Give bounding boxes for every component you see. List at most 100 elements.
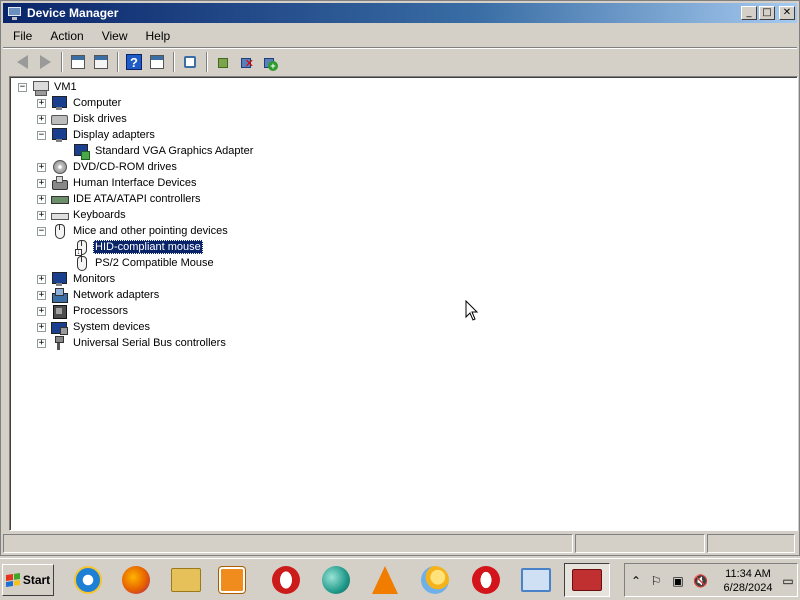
tree-item-display-adapters[interactable]: − Display adapters (37, 127, 157, 143)
close-button[interactable]: ✕ (779, 6, 795, 20)
tree-item-label: DVD/CD-ROM drives (73, 161, 177, 173)
tree-item-monitors[interactable]: + Monitors (37, 271, 117, 287)
keyboard-icon (51, 207, 69, 223)
menu-file[interactable]: File (3, 27, 40, 45)
window-title: Device Manager (27, 6, 119, 20)
tree-root[interactable]: − VM1 (18, 79, 79, 96)
weather-icon (421, 566, 449, 594)
usb-icon (51, 335, 67, 351)
collapse-toggle[interactable]: − (18, 82, 27, 92)
menu-help[interactable]: Help (136, 27, 179, 45)
taskbar-control-panel[interactable] (516, 563, 556, 597)
clock[interactable]: 11:34 AM 6/28/2024 (717, 567, 779, 595)
tree-item-network-adapters[interactable]: + Network adapters (37, 287, 161, 303)
taskbar-vlc[interactable] (365, 563, 405, 597)
file-explorer-icon (171, 568, 201, 592)
cdrom-icon (51, 159, 67, 175)
tree-item-usb-controllers[interactable]: + Universal Serial Bus controllers (37, 335, 228, 351)
vlc-icon (372, 566, 398, 594)
expand-toggle[interactable]: + (37, 210, 46, 220)
system-devices-icon (51, 319, 68, 335)
expand-toggle[interactable]: + (37, 98, 46, 108)
back-icon (16, 55, 28, 69)
action-center-flag-icon[interactable]: ⚐ (649, 574, 663, 588)
expand-toggle[interactable]: + (37, 338, 46, 348)
console-tree-button[interactable] (67, 51, 89, 73)
taskbar-browser[interactable] (316, 563, 356, 597)
update-driver-button[interactable] (212, 51, 234, 73)
browser-icon (322, 566, 350, 594)
show-desktop-icon[interactable]: ▭ (781, 574, 795, 588)
tree-item-dvd-cdrom[interactable]: + DVD/CD-ROM drives (37, 159, 179, 175)
tree-item-label: Keyboards (73, 209, 126, 221)
taskbar-file-explorer[interactable] (166, 563, 206, 597)
tree-item-label: Disk drives (73, 113, 127, 125)
forward-icon (39, 55, 51, 69)
tree-item-hid-compliant-mouse[interactable]: ↓ HID-compliant mouse (73, 239, 203, 256)
tree-item-mice[interactable]: − Mice and other pointing devices (37, 223, 230, 239)
menu-action[interactable]: Action (40, 27, 91, 45)
expand-toggle[interactable]: + (37, 306, 46, 316)
taskbar-internet-explorer[interactable] (68, 563, 108, 597)
tree-item-ide-controllers[interactable]: + IDE ATA/ATAPI controllers (37, 191, 203, 207)
taskbar-opera[interactable] (266, 563, 306, 597)
scan-hardware-icon (182, 54, 198, 70)
menu-view[interactable]: View (92, 27, 136, 45)
status-bar (3, 534, 797, 553)
mouse-icon (51, 223, 67, 239)
control-panel-icon (521, 568, 551, 592)
collapse-toggle[interactable]: − (37, 226, 46, 236)
tree-item-standard-vga[interactable]: Standard VGA Graphics Adapter (73, 143, 255, 160)
network-icon[interactable]: ▣ (671, 574, 685, 588)
expand-toggle[interactable]: + (37, 114, 46, 124)
expand-toggle[interactable]: + (37, 274, 46, 284)
tree-item-label: System devices (73, 321, 151, 333)
tree-item-label: IDE ATA/ATAPI controllers (73, 193, 201, 205)
back-button[interactable] (11, 51, 33, 73)
minimize-button[interactable]: _ (741, 6, 757, 20)
computer-icon (51, 95, 67, 111)
collapse-toggle[interactable]: − (37, 130, 46, 140)
tree-item-ps2-mouse[interactable]: PS/2 Compatible Mouse (73, 255, 216, 271)
help-button[interactable]: ? (123, 51, 145, 73)
start-button[interactable]: Start (2, 564, 54, 596)
tree-item-processors[interactable]: + Processors (37, 303, 130, 319)
tree-item-hid[interactable]: + Human Interface Devices (37, 175, 199, 191)
forward-button[interactable] (34, 51, 56, 73)
tree-item-label: Processors (73, 305, 129, 317)
scan-hardware-button[interactable] (179, 51, 201, 73)
tree-item-keyboards[interactable]: + Keyboards (37, 207, 128, 223)
volume-muted-icon[interactable]: 🔇 (693, 574, 708, 588)
tree-item-disk-drives[interactable]: + Disk drives (37, 111, 129, 127)
expand-toggle[interactable]: + (37, 178, 46, 188)
expand-toggle[interactable]: + (37, 290, 46, 300)
firefox-icon (122, 566, 150, 594)
enable-device-icon: + (261, 54, 278, 71)
internet-explorer-icon (74, 566, 102, 594)
taskbar-device-manager[interactable] (564, 563, 610, 597)
tree-item-label: Network adapters (73, 289, 160, 301)
properties-button[interactable] (90, 51, 112, 73)
expand-toggle[interactable]: + (37, 162, 46, 172)
device-tree-panel[interactable]: − VM1 + Computer + Disk drives − Display… (9, 76, 798, 531)
expand-toggle[interactable]: + (37, 194, 46, 204)
uninstall-button[interactable]: ✕ (235, 51, 257, 73)
ide-controller-icon (51, 191, 69, 207)
show-hidden-icons-icon[interactable]: ⌃ (629, 574, 643, 588)
taskbar-media-player[interactable] (212, 563, 252, 597)
taskbar-opera-red[interactable] (466, 563, 506, 597)
title-bar[interactable]: Device Manager _ □ ✕ (3, 3, 797, 23)
status-cell-main (3, 534, 573, 553)
tree-item-system-devices[interactable]: + System devices (37, 319, 152, 335)
vga-adapter-icon (73, 143, 90, 160)
maximize-button[interactable]: □ (759, 6, 775, 20)
hid-icon (51, 175, 68, 191)
expand-toggle[interactable]: + (37, 322, 46, 332)
taskbar-weather[interactable] (415, 563, 455, 597)
show-hide-icon (149, 54, 165, 70)
enable-device-button[interactable]: + (258, 51, 280, 73)
show-hide-button[interactable] (146, 51, 168, 73)
taskbar-firefox[interactable] (116, 563, 156, 597)
tree-item-label: Display adapters (73, 129, 155, 141)
tree-item-computer[interactable]: + Computer (37, 95, 123, 111)
